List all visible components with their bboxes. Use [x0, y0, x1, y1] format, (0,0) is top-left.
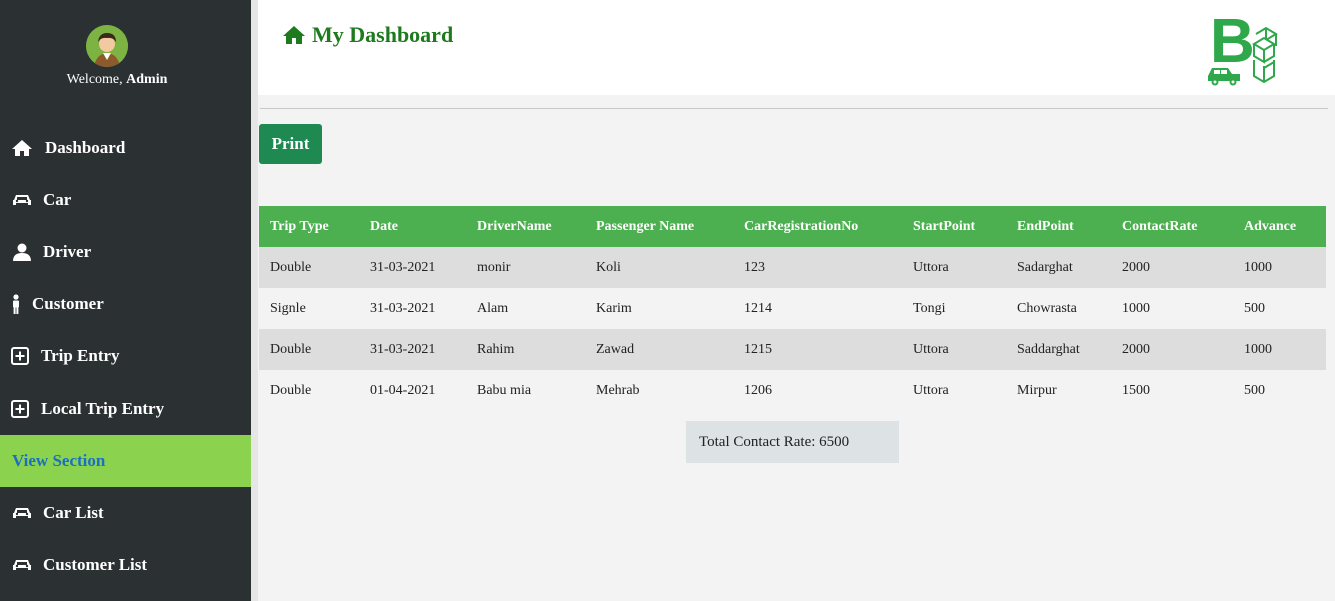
main-content: Print Trip Type Date DriverName Passenge… [258, 95, 1335, 601]
table-row: Double 31-03-2021 monir Koli 123 Uttora … [259, 247, 1326, 288]
print-button[interactable]: Print [259, 124, 322, 164]
page-title-text: My Dashboard [312, 22, 454, 47]
cell-passenger: Karim [596, 300, 632, 316]
sidebar-item-car-list[interactable]: Car List [0, 487, 251, 539]
avatar [86, 25, 128, 67]
cell-driver: Babu mia [477, 382, 532, 398]
sidebar-item-label: View Section [12, 451, 106, 470]
table-row: Double 31-03-2021 Rahim Zawad 1215 Uttor… [259, 329, 1326, 370]
cell-trip-type: Signle [270, 300, 306, 316]
sidebar-item-label: Car List [43, 503, 104, 522]
cell-date: 31-03-2021 [370, 341, 436, 357]
cell-contact-rate: 2000 [1122, 341, 1150, 357]
trips-table: Trip Type Date DriverName Passenger Name… [259, 206, 1326, 411]
cell-car-registration: 1215 [744, 341, 772, 357]
cell-contact-rate: 2000 [1122, 259, 1150, 275]
table-header-row: Trip Type Date DriverName Passenger Name… [259, 206, 1326, 247]
cell-contact-rate: 1000 [1122, 300, 1150, 316]
cell-passenger: Mehrab [596, 382, 640, 398]
column-header[interactable]: ContactRate [1111, 206, 1233, 247]
cell-end-point: Chowrasta [1017, 300, 1077, 316]
cell-date: 01-04-2021 [370, 382, 436, 398]
column-header[interactable]: Passenger Name [585, 206, 733, 247]
sidebar: Welcome, Admin Dashboard Car Driver Cust… [0, 0, 251, 601]
cell-passenger: Koli [596, 259, 621, 275]
cell-trip-type: Double [270, 382, 312, 398]
cell-advance: 500 [1244, 382, 1265, 398]
total-contact-rate: Total Contact Rate: 6500 [686, 421, 899, 463]
cell-contact-rate: 1500 [1122, 382, 1150, 398]
car-icon [11, 556, 33, 574]
sidebar-item-view-section[interactable]: View Section [0, 435, 251, 487]
brand-logo[interactable]: B [1206, 4, 1286, 90]
cell-passenger: Zawad [596, 341, 635, 357]
sidebar-divider [251, 0, 258, 601]
sidebar-item-label: Customer List [43, 555, 148, 574]
cell-end-point: Mirpur [1017, 382, 1057, 398]
header: My Dashboard B [258, 0, 1335, 95]
sidebar-item-driver[interactable]: Driver [0, 226, 251, 278]
cell-car-registration: 1214 [744, 300, 772, 316]
home-icon [282, 25, 306, 45]
cell-car-registration: 123 [744, 259, 765, 275]
table-row: Signle 31-03-2021 Alam Karim 1214 Tongi … [259, 288, 1326, 329]
column-header[interactable]: EndPoint [1006, 206, 1111, 247]
cell-driver: monir [477, 259, 511, 275]
cell-start-point: Tongi [913, 300, 946, 316]
column-header[interactable]: StartPoint [902, 206, 1006, 247]
column-header[interactable]: Date [359, 206, 466, 247]
cell-advance: 1000 [1244, 341, 1272, 357]
divider [260, 108, 1328, 109]
sidebar-item-car[interactable]: Car [0, 174, 251, 226]
cell-car-registration: 1206 [744, 382, 772, 398]
cell-start-point: Uttora [913, 259, 949, 275]
cell-driver: Alam [477, 300, 509, 316]
cell-trip-type: Double [270, 259, 312, 275]
cell-trip-type: Double [270, 341, 312, 357]
cell-date: 31-03-2021 [370, 300, 436, 316]
person-icon [11, 294, 21, 314]
cell-start-point: Uttora [913, 382, 949, 398]
sidebar-item-customer[interactable]: Customer [0, 278, 251, 330]
sidebar-item-label: Customer [32, 294, 104, 313]
logo-letter: B [1210, 7, 1255, 76]
column-header[interactable]: DriverName [466, 206, 585, 247]
cell-advance: 500 [1244, 300, 1265, 316]
plus-square-icon [11, 347, 29, 365]
sidebar-item-label: Trip Entry [41, 346, 120, 365]
column-header[interactable]: CarRegistrationNo [733, 206, 902, 247]
column-header[interactable]: Trip Type [259, 206, 359, 247]
sidebar-item-trip-entry[interactable]: Trip Entry [0, 330, 251, 382]
user-icon [11, 243, 33, 261]
cell-advance: 1000 [1244, 259, 1272, 275]
cell-end-point: Sadarghat [1017, 259, 1073, 275]
sidebar-item-label: Dashboard [45, 138, 126, 157]
cell-end-point: Saddarghat [1017, 341, 1080, 357]
column-header[interactable]: Advance [1233, 206, 1326, 247]
sidebar-item-label: Car [43, 190, 72, 209]
welcome-user: Admin [126, 72, 168, 87]
page-title: My Dashboard [282, 22, 453, 48]
sidebar-item-dashboard[interactable]: Dashboard [0, 122, 251, 174]
car-icon [11, 504, 33, 522]
cell-driver: Rahim [477, 341, 515, 357]
welcome-prefix: Welcome, [66, 72, 127, 87]
car-icon [11, 191, 33, 209]
cell-start-point: Uttora [913, 341, 949, 357]
sidebar-item-customer-list[interactable]: Customer List [0, 539, 251, 591]
table-row: Double 01-04-2021 Babu mia Mehrab 1206 U… [259, 370, 1326, 411]
sidebar-item-label: Local Trip Entry [41, 399, 165, 418]
sidebar-item-local-trip-entry[interactable]: Local Trip Entry [0, 383, 251, 435]
cell-date: 31-03-2021 [370, 259, 436, 275]
plus-square-icon [11, 400, 29, 418]
sidebar-item-label: Driver [43, 242, 92, 261]
home-icon [11, 139, 33, 157]
welcome-text: Welcome, Admin [0, 72, 234, 88]
